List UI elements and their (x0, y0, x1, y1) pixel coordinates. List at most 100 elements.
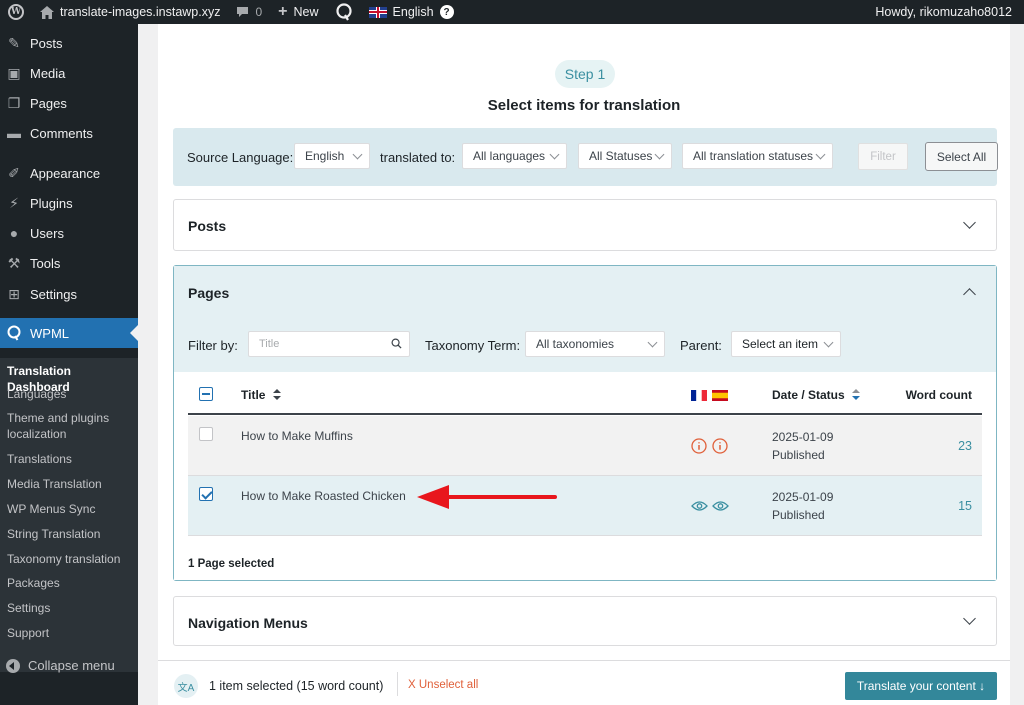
title-search-input[interactable]: Title (248, 331, 410, 357)
column-title-label: Title (241, 388, 266, 402)
sidebar-item-label: Posts (30, 35, 63, 51)
pages-icon: ❐ (7, 94, 21, 111)
submenu-packages[interactable]: Packages (7, 575, 132, 591)
wpml-icon (7, 325, 21, 341)
filter-button[interactable]: Filter (858, 143, 908, 170)
chevron-down-icon (549, 149, 560, 160)
source-language-select[interactable]: English (294, 143, 370, 169)
select-all-checkbox[interactable] (199, 387, 213, 401)
column-date-status[interactable]: Date / Status (772, 388, 861, 402)
chevron-down-icon[interactable] (963, 216, 976, 229)
submenu-taxonomy-translation[interactable]: Taxonomy translation (7, 551, 132, 567)
step-indicator: Step 1 (555, 60, 615, 88)
translated-to-label: translated to: (380, 150, 456, 165)
submenu-string-translation[interactable]: String Translation (7, 526, 132, 542)
target-language-select[interactable]: All languages (462, 143, 567, 169)
chevron-down-icon (352, 149, 363, 160)
submenu-media-translation[interactable]: Media Translation (7, 476, 132, 492)
row-title[interactable]: How to Make Muffins (241, 429, 353, 443)
submenu-settings[interactable]: Settings (7, 600, 132, 616)
translation-status-select[interactable]: All translation statuses (682, 143, 833, 169)
chevron-down-icon[interactable] (963, 612, 976, 625)
chevron-down-icon (647, 337, 658, 348)
column-word-count: Word count (905, 388, 972, 402)
sidebar-item-label: Pages (30, 95, 67, 111)
plug-icon: ⚡ (9, 194, 19, 211)
wordpress-icon: W (8, 4, 24, 20)
sidebar-item-pages[interactable]: ❐ Pages (0, 88, 138, 118)
row-checkbox[interactable] (199, 427, 213, 441)
submenu-wp-menus-sync[interactable]: WP Menus Sync (7, 501, 132, 517)
collapse-menu-button[interactable]: Collapse menu (6, 658, 115, 673)
admin-bar: W translate-images.instawp.xyz 0 + New E… (0, 0, 1024, 24)
submenu-translations[interactable]: Translations (7, 451, 132, 467)
new-content-link[interactable]: + New (270, 0, 326, 24)
row-status: Published (772, 448, 825, 462)
sidebar-item-label: WPML (30, 325, 69, 341)
eye-icon[interactable] (712, 500, 729, 512)
comments-link[interactable]: 0 (228, 0, 270, 24)
unselect-all-link[interactable]: X Unselect all (408, 679, 478, 691)
navigation-menus-section[interactable]: Navigation Menus (173, 596, 997, 646)
chevron-down-icon (815, 149, 826, 160)
collapse-label: Collapse menu (28, 658, 115, 673)
info-icon[interactable] (712, 438, 728, 454)
wpml-toolbar-link[interactable] (327, 0, 361, 24)
sidebar-item-posts[interactable]: ✎ Posts (0, 28, 138, 58)
status-select[interactable]: All Statuses (578, 143, 672, 169)
admin-sidebar: ✎ Posts ▣ Media ❐ Pages ▬ Comments ✐ App… (0, 24, 138, 705)
sidebar-item-settings[interactable]: ⊞ Settings (0, 279, 138, 309)
navigation-menus-title: Navigation Menus (188, 615, 308, 631)
sidebar-item-tools[interactable]: ⚒ Tools (0, 248, 138, 278)
translate-content-button[interactable]: Translate your content ↓ (845, 672, 997, 700)
sidebar-item-media[interactable]: ▣ Media (0, 58, 138, 88)
row-date: 2025-01-09 (772, 490, 834, 504)
selection-summary: 1 item selected (15 word count) (209, 679, 384, 693)
column-title[interactable]: Title (241, 388, 281, 402)
sidebar-item-comments[interactable]: ▬ Comments (0, 118, 138, 148)
site-name-link[interactable]: translate-images.instawp.xyz (32, 0, 228, 24)
wpml-icon (335, 3, 352, 21)
comment-icon: ▬ (7, 125, 21, 141)
wrench-icon: ⚒ (7, 254, 21, 271)
submenu-support[interactable]: Support (7, 625, 132, 641)
help-icon[interactable]: ? (439, 5, 454, 19)
parent-label: Parent: (680, 338, 722, 353)
row-date: 2025-01-09 (772, 430, 834, 444)
select-all-button[interactable]: Select All (925, 142, 998, 171)
language-switcher[interactable]: English ? (361, 0, 462, 24)
sidebar-item-label: Appearance (30, 165, 101, 181)
submenu-theme-plugins-localization[interactable]: Theme and plugins localization (7, 410, 132, 442)
sidebar-item-label: Media (30, 65, 66, 81)
divider (397, 672, 398, 696)
settings-icon: ⊞ (8, 285, 20, 302)
chevron-up-icon[interactable] (963, 288, 976, 301)
submenu-languages[interactable]: Languages (7, 386, 132, 402)
taxonomy-value: All taxonomies (536, 337, 615, 351)
wp-logo-menu[interactable]: W (0, 0, 32, 24)
chevron-down-icon (823, 337, 834, 348)
eye-icon[interactable] (691, 500, 708, 512)
row-word-count: 23 (958, 439, 972, 453)
comment-icon (237, 7, 249, 17)
info-icon[interactable] (691, 438, 707, 454)
taxonomy-select[interactable]: All taxonomies (525, 331, 665, 357)
wpml-submenu: Translation Dashboard Languages Theme an… (0, 358, 138, 672)
comments-count: 0 (255, 5, 263, 19)
sidebar-item-users[interactable]: ● Users (0, 218, 138, 248)
french-flag-icon (691, 390, 707, 401)
parent-select[interactable]: Select an item (731, 331, 841, 357)
row-checkbox[interactable] (199, 487, 213, 501)
row-word-count: 15 (958, 499, 972, 513)
sidebar-item-label: Comments (30, 125, 93, 141)
sidebar-item-appearance[interactable]: ✐ Appearance (0, 158, 138, 188)
row-title[interactable]: How to Make Roasted Chicken (241, 489, 406, 503)
table-header: Title Date / Status Word count (188, 372, 982, 415)
column-date-status-label: Date / Status (772, 388, 845, 402)
filter-by-label: Filter by: (188, 338, 238, 353)
my-account-link[interactable]: Howdy, rikomuzaho8012 (867, 0, 1024, 24)
sidebar-item-wpml[interactable]: WPML (0, 318, 138, 348)
sidebar-item-plugins[interactable]: ⚡ Plugins (0, 188, 138, 218)
sort-icon (852, 389, 861, 400)
posts-section[interactable]: Posts (173, 199, 997, 251)
